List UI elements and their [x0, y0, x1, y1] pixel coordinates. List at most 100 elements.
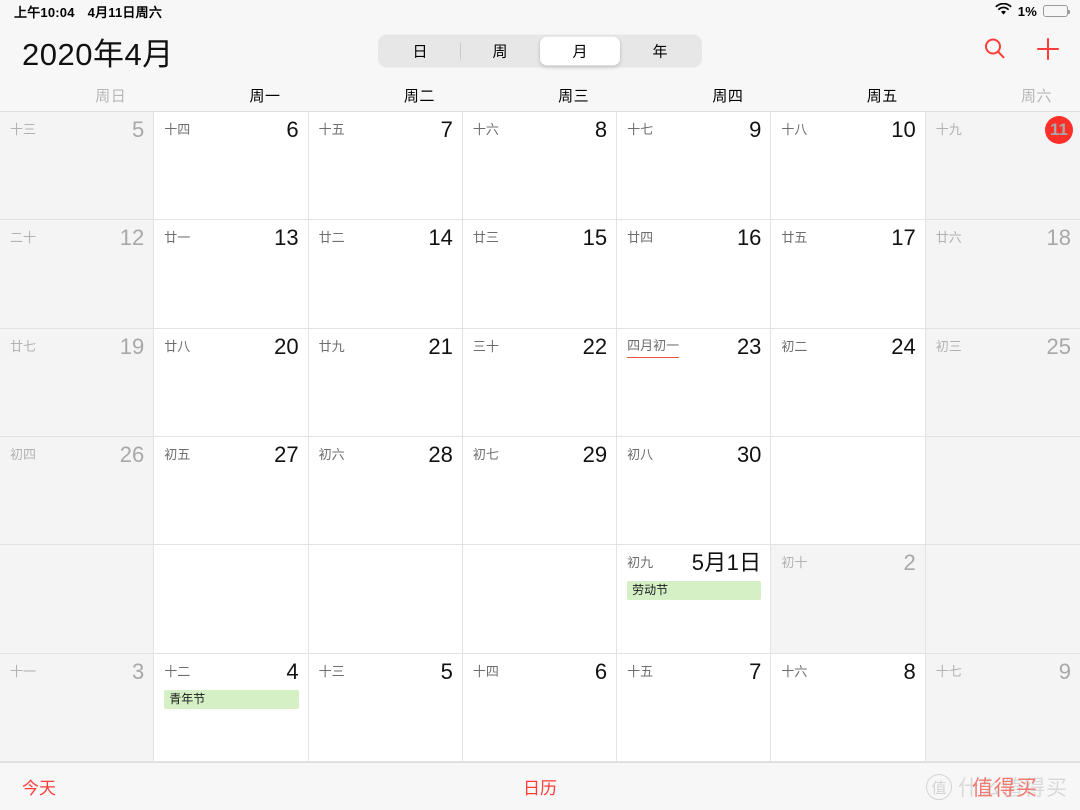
- day-cell[interactable]: [308, 545, 463, 654]
- lunar-date-label: 廿二: [318, 230, 345, 246]
- day-cell[interactable]: 十三 5: [0, 112, 155, 221]
- lunar-date-label: 十四: [164, 122, 191, 137]
- segment-month[interactable]: 月: [540, 36, 620, 66]
- status-date: 4月11日周六: [87, 4, 163, 20]
- day-cell-header: 初三 25: [936, 334, 1071, 361]
- day-cell[interactable]: 十六 8: [771, 653, 926, 762]
- add-event-button[interactable]: [1034, 37, 1062, 65]
- lunar-date-label: 廿四: [627, 230, 654, 246]
- day-cell-header: 三十 22: [473, 333, 608, 361]
- calendars-button[interactable]: 日历: [523, 774, 557, 799]
- day-cell-header: [10, 551, 144, 577]
- day-cell[interactable]: 十七 9: [617, 112, 772, 221]
- day-cell[interactable]: [462, 545, 618, 654]
- day-cell-header: 十五 7: [319, 118, 453, 144]
- lunar-date-label: 廿七: [10, 338, 37, 354]
- day-cell[interactable]: 初八 30: [617, 437, 772, 546]
- lunar-date-label: 四月初一: [627, 335, 680, 358]
- day-cell[interactable]: 廿三 15: [462, 220, 618, 329]
- day-cell[interactable]: [0, 545, 155, 654]
- day-cell-header: 十八 10: [781, 118, 915, 144]
- lunar-date-label: 十四: [472, 663, 499, 679]
- status-bar-left: 上午10:04 4月11日周六: [14, 2, 162, 21]
- day-cell[interactable]: 廿七 19: [0, 328, 155, 437]
- view-mode-segmented-control[interactable]: 日 周 月 年: [378, 34, 702, 68]
- lunar-date-label: 廿五: [781, 230, 808, 246]
- weekday-header-5: 周五: [866, 88, 898, 105]
- day-cell[interactable]: 十二 4 青年节: [154, 653, 309, 762]
- lunar-date-label: 廿三: [472, 230, 499, 246]
- day-cell-header: 十四 6: [472, 659, 607, 686]
- day-cell-header: 初六 28: [319, 443, 453, 469]
- day-cell-header: 廿五 17: [781, 226, 915, 252]
- day-cell-header: 廿二 14: [319, 226, 453, 252]
- today-date-badge: 11: [1045, 116, 1073, 144]
- lunar-date-label: 廿六: [935, 230, 962, 246]
- day-cell[interactable]: 廿一 13: [154, 220, 309, 329]
- lunar-date-label: 十三: [10, 122, 37, 137]
- day-cell[interactable]: 初九 5月1日 劳动节: [617, 545, 772, 654]
- day-number: 8: [594, 117, 608, 142]
- day-number: 7: [749, 658, 762, 684]
- day-cell[interactable]: 十四 6: [154, 112, 309, 221]
- event-chip[interactable]: 青年节: [164, 689, 299, 709]
- day-number: 22: [582, 333, 608, 359]
- segment-day[interactable]: 日: [380, 37, 460, 66]
- day-cell-header: [473, 551, 607, 577]
- day-cell[interactable]: 初二 24: [771, 328, 926, 437]
- day-cell-header: [936, 551, 1071, 577]
- day-cell[interactable]: 廿六 18: [925, 220, 1080, 329]
- day-cell[interactable]: 三十 22: [462, 328, 618, 437]
- day-cell[interactable]: 初七 29: [462, 437, 618, 546]
- day-cell-header: 十六 8: [781, 659, 915, 686]
- day-number: 9: [1058, 658, 1071, 684]
- segment-year-label: 年: [652, 43, 668, 61]
- segment-year[interactable]: 年: [620, 37, 700, 66]
- day-cell[interactable]: 初五 27: [154, 437, 309, 546]
- day-cell[interactable]: 廿八 20: [154, 328, 309, 437]
- day-number: 28: [428, 442, 453, 467]
- segment-week[interactable]: 周: [460, 37, 540, 66]
- day-cell-header: 初二 24: [781, 334, 915, 361]
- day-cell[interactable]: 十七 9: [925, 653, 1080, 762]
- lunar-date-label: 十九: [935, 122, 962, 137]
- day-cell[interactable]: 十八 10: [771, 112, 926, 221]
- today-button[interactable]: 今天: [22, 774, 56, 799]
- day-cell-header: 十一 3: [10, 659, 144, 686]
- day-number: 27: [274, 442, 299, 467]
- day-cell[interactable]: [925, 545, 1080, 654]
- day-cell[interactable]: 廿九 21: [308, 328, 463, 437]
- day-number: 30: [736, 442, 762, 467]
- lunar-date-label: 十三: [318, 663, 345, 679]
- search-button[interactable]: [980, 37, 1008, 65]
- month-grid[interactable]: 十三 5 十四 6 十五 7 十六 8 十七 9 十八 10 十九 11 二十 12 廿一 13 廿二 14 廿三 15 廿…: [0, 112, 1080, 762]
- day-cell[interactable]: 廿五 17: [771, 220, 926, 329]
- day-cell[interactable]: 十五 7: [308, 112, 463, 221]
- day-cell[interactable]: [154, 545, 309, 654]
- day-cell[interactable]: 初三 25: [925, 328, 1080, 437]
- day-cell-header: 廿八 20: [164, 334, 298, 361]
- battery-icon: [1043, 5, 1070, 17]
- event-chip[interactable]: 劳动节: [627, 581, 762, 601]
- day-cell[interactable]: 十三 5: [308, 653, 463, 762]
- day-cell-header: 十五 7: [627, 658, 762, 686]
- day-cell[interactable]: 十六 8: [462, 112, 618, 221]
- day-cell[interactable]: [771, 437, 926, 546]
- day-cell[interactable]: 十五 7: [617, 653, 772, 762]
- day-number: 19: [119, 333, 145, 359]
- day-cell[interactable]: 十九 11: [925, 112, 1080, 221]
- day-cell-header: 初十 2: [781, 551, 915, 577]
- day-cell[interactable]: [925, 437, 1080, 546]
- day-cell[interactable]: 四月初一 23: [617, 328, 772, 437]
- day-cell[interactable]: 廿四 16: [617, 220, 772, 329]
- day-cell[interactable]: 初四 26: [0, 437, 155, 546]
- day-cell[interactable]: 初六 28: [308, 437, 463, 546]
- day-cell[interactable]: 十一 3: [0, 653, 155, 762]
- day-cell[interactable]: 十四 6: [462, 653, 618, 762]
- segment-day-label: 日: [412, 43, 428, 61]
- day-cell-header: 十四 6: [164, 118, 298, 144]
- day-cell[interactable]: 初十 2: [771, 545, 926, 654]
- day-cell[interactable]: 廿二 14: [308, 220, 463, 329]
- day-number: 10: [891, 117, 916, 142]
- day-cell[interactable]: 二十 12: [0, 220, 155, 329]
